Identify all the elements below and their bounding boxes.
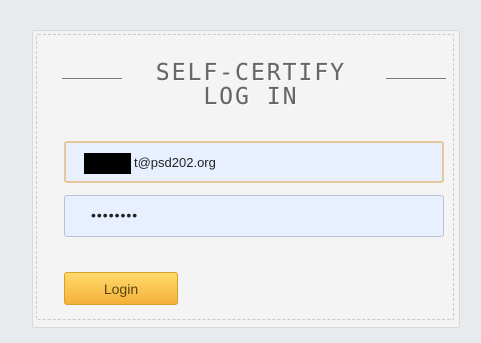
password-field[interactable]: •••••••• <box>64 195 444 237</box>
email-field[interactable]: t@psd202.org <box>64 141 444 183</box>
title-line-1: SELF-CERTIFY <box>155 60 347 86</box>
email-value: t@psd202.org <box>134 155 216 170</box>
login-form-panel: SELF-CERTIFY LOG IN t@psd202.org •••••••… <box>36 34 454 320</box>
title-block: SELF-CERTIFY LOG IN <box>37 61 453 121</box>
title-divider-right <box>386 78 446 79</box>
login-button[interactable]: Login <box>64 272 178 305</box>
title-line-2: LOG IN <box>203 84 299 110</box>
page-title: SELF-CERTIFY LOG IN <box>129 61 373 109</box>
redaction-box <box>84 153 131 174</box>
password-mask: •••••••• <box>91 207 139 223</box>
title-divider-left <box>62 78 122 79</box>
